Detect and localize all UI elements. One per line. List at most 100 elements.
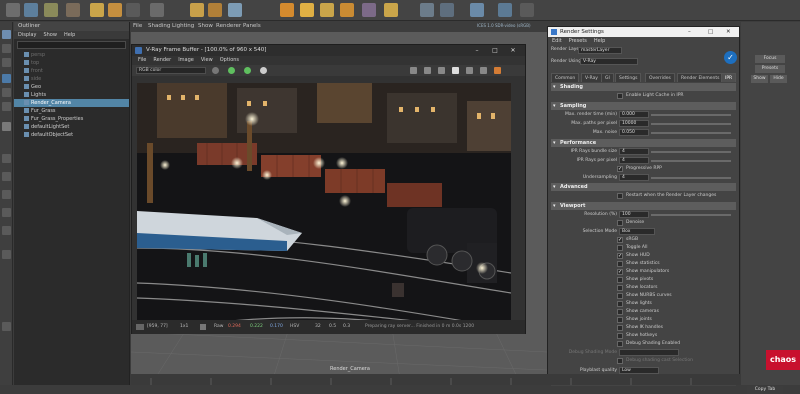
- presets-button[interactable]: Presets: [755, 65, 785, 73]
- vfb-menu-render[interactable]: Render: [153, 56, 171, 65]
- camera-icon[interactable]: [150, 3, 164, 17]
- layout-outliner-icon[interactable]: [2, 208, 11, 217]
- outliner-item[interactable]: persp: [14, 51, 129, 59]
- outliner-item[interactable]: Fur_Grass_Properties: [14, 115, 129, 123]
- bundle-size-field[interactable]: 4: [619, 148, 649, 155]
- wireframe-icon[interactable]: [470, 3, 484, 17]
- viewport-option-checkbox[interactable]: [617, 261, 623, 267]
- lasso-icon[interactable]: [24, 3, 38, 17]
- viewport-option-checkbox[interactable]: [617, 309, 623, 315]
- restart-render-layer-checkbox[interactable]: [617, 193, 623, 199]
- rays-per-pixel-slider[interactable]: [651, 160, 731, 162]
- rs-maximize-button[interactable]: □: [708, 27, 713, 37]
- outliner-item[interactable]: Geo: [14, 83, 129, 91]
- rs-menu-help[interactable]: Help: [594, 37, 605, 45]
- outliner-menu-display[interactable]: Display: [18, 31, 36, 39]
- menu-show[interactable]: Show: [198, 23, 213, 29]
- menu-view[interactable]: File: [133, 23, 142, 29]
- rs-menu-presets[interactable]: Presets: [569, 37, 587, 45]
- track-mouse-icon[interactable]: [438, 67, 445, 74]
- copy-tab-button[interactable]: Copy Tab: [747, 386, 783, 394]
- progressive-rpp-checkbox[interactable]: ✓: [617, 166, 623, 172]
- ipr-icon[interactable]: [208, 3, 222, 17]
- compare-icon[interactable]: [452, 67, 459, 74]
- vfb-menu-view[interactable]: View: [201, 56, 213, 65]
- layout-side-icon[interactable]: [2, 172, 11, 181]
- show-blue-icon[interactable]: [244, 67, 251, 74]
- outliner-item[interactable]: Render_Camera: [14, 99, 129, 107]
- rays-per-pixel-field[interactable]: 4: [619, 157, 649, 164]
- show-rgb-icon[interactable]: [212, 67, 219, 74]
- outliner-item[interactable]: front: [14, 67, 129, 75]
- sample-size[interactable]: 1x1: [180, 320, 188, 334]
- sphere-icon[interactable]: [228, 3, 242, 17]
- viewport-option-checkbox[interactable]: [617, 317, 623, 323]
- undersampling-slider[interactable]: [651, 177, 731, 179]
- max-paths-field[interactable]: 10000: [619, 120, 649, 127]
- focus-button[interactable]: Focus: [755, 55, 785, 63]
- render-using-select[interactable]: V-Ray: [580, 58, 638, 65]
- rotate-tool-icon[interactable]: [2, 88, 11, 97]
- paint-tool-icon[interactable]: [2, 58, 11, 67]
- region-icon[interactable]: [424, 67, 431, 74]
- menu-lighting[interactable]: Lighting: [172, 23, 194, 29]
- bundle-size-slider[interactable]: [651, 151, 731, 153]
- layout-extra-icon[interactable]: [2, 250, 11, 259]
- section-advanced[interactable]: Advanced: [551, 183, 736, 191]
- viewport-option-checkbox[interactable]: [617, 341, 623, 347]
- stop-icon[interactable]: [480, 67, 487, 74]
- magnet-icon[interactable]: [66, 3, 80, 17]
- viewport-option-checkbox[interactable]: [617, 277, 623, 283]
- menu-shading[interactable]: Shading: [148, 23, 170, 29]
- tab-vray[interactable]: V-Ray: [581, 73, 602, 82]
- layout-stack-icon[interactable]: [2, 190, 11, 199]
- channel-select[interactable]: RGB color: [136, 67, 206, 74]
- outliner-item[interactable]: top: [14, 59, 129, 67]
- debug-shading-mode-select[interactable]: [619, 349, 679, 356]
- zoom-icon[interactable]: [410, 67, 417, 74]
- enable-light-cache-checkbox[interactable]: [617, 93, 623, 99]
- section-performance[interactable]: Performance: [551, 139, 736, 147]
- time-slider[interactable]: [131, 374, 741, 385]
- select-icon[interactable]: [6, 3, 20, 17]
- viewport-option-checkbox[interactable]: [617, 301, 623, 307]
- viewport-option-checkbox[interactable]: ✓: [617, 269, 623, 275]
- outliner-item[interactable]: Lights: [14, 91, 129, 99]
- snap-curve-icon[interactable]: [108, 3, 122, 17]
- section-sampling[interactable]: Sampling: [551, 102, 736, 110]
- shelf-icon[interactable]: [340, 3, 354, 17]
- layout-four-icon[interactable]: [2, 154, 11, 163]
- playblast-quality-select[interactable]: Low: [619, 367, 659, 374]
- render-teapot-icon[interactable]: [494, 67, 501, 74]
- close-button[interactable]: ✕: [508, 45, 518, 56]
- rendered-image[interactable]: [137, 83, 511, 329]
- resolution-slider[interactable]: [651, 214, 731, 216]
- viewport-option-checkbox[interactable]: [617, 245, 623, 251]
- tab-settings[interactable]: Settings: [615, 73, 642, 82]
- select-tool-icon[interactable]: [2, 30, 11, 39]
- snap-point-icon[interactable]: [126, 3, 140, 17]
- show-green-icon[interactable]: [228, 67, 235, 74]
- material-icon[interactable]: [300, 3, 314, 17]
- viewport-option-checkbox[interactable]: ✓: [617, 237, 623, 243]
- tab-overrides[interactable]: Overrides: [645, 73, 675, 82]
- viewport-option-checkbox[interactable]: [617, 285, 623, 291]
- history-icon[interactable]: [466, 67, 473, 74]
- grid-icon[interactable]: [440, 3, 454, 17]
- tab-common[interactable]: Common: [551, 73, 580, 82]
- texture-icon[interactable]: [320, 3, 334, 17]
- outliner-menu-show[interactable]: Show: [43, 31, 57, 39]
- viewport-option-checkbox[interactable]: [617, 333, 623, 339]
- tab-render-elements[interactable]: Render Elements: [677, 73, 724, 82]
- resolution-field[interactable]: 100: [619, 211, 649, 218]
- outliner-menu-help[interactable]: Help: [64, 31, 75, 39]
- rs-minimize-button[interactable]: –: [688, 27, 691, 37]
- color-space[interactable]: HSV: [290, 320, 299, 334]
- rs-menu-edit[interactable]: Edit: [552, 37, 562, 45]
- snap-grid-icon[interactable]: [90, 3, 104, 17]
- outliner-item[interactable]: defaultObjectSet: [14, 131, 129, 139]
- outliner-item[interactable]: defaultLightSet: [14, 123, 129, 131]
- undersampling-field[interactable]: 4: [619, 174, 649, 181]
- move-tool-icon[interactable]: [2, 74, 11, 83]
- section-viewport[interactable]: Viewport: [551, 202, 736, 210]
